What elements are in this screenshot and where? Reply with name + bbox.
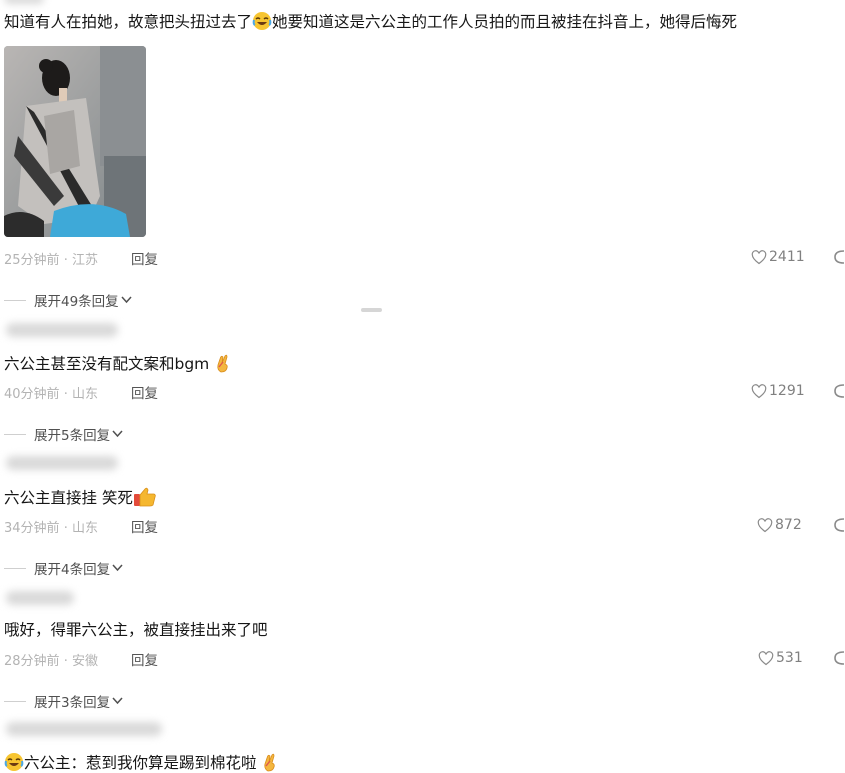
comment-text-part: 哦好，得罪六公主，被直接挂出来了吧 xyxy=(4,621,268,639)
heart-outline-icon xyxy=(751,383,767,398)
comment-location: 安徽 xyxy=(71,654,98,669)
heart-outline-icon xyxy=(751,249,767,264)
expand-replies-label: 展开4条回复 xyxy=(34,562,111,578)
meta-separator: · xyxy=(63,521,68,536)
expand-replies-label: 展开49条回复 xyxy=(34,294,119,310)
comment-meta: 25分钟前 · 江苏 xyxy=(4,249,98,268)
reply-button[interactable]: 回复 xyxy=(131,516,158,536)
comment-meta: 40分钟前 · 山东 xyxy=(4,383,98,402)
meta-separator: · xyxy=(63,253,68,268)
like-button[interactable]: 2411 xyxy=(751,249,805,265)
divider-line xyxy=(4,567,26,569)
expand-replies-button[interactable]: 展开5条回复 xyxy=(4,424,123,444)
comment-time: 40分钟前 xyxy=(4,387,60,402)
username-blurred[interactable] xyxy=(6,323,118,337)
thumbs-up-emoji-icon xyxy=(133,487,156,507)
comment-time: 28分钟前 xyxy=(4,654,60,669)
laugh-cry-emoji-icon xyxy=(4,753,24,771)
photo-image xyxy=(4,46,146,237)
dislike-icon[interactable] xyxy=(833,383,845,399)
reply-button[interactable]: 回复 xyxy=(131,649,158,669)
comment-text: 六公主：惹到我你算是踢到棉花啦 xyxy=(4,752,279,773)
comment-meta: 34分钟前 · 山东 xyxy=(4,517,98,536)
like-button[interactable]: 531 xyxy=(758,650,803,666)
comment-text: 六公主直接挂 笑死 xyxy=(4,487,157,508)
chevron-down-icon xyxy=(112,564,123,572)
meta-separator: · xyxy=(63,654,68,669)
comment-text: 六公主甚至没有配文案和bgm xyxy=(4,353,232,374)
chevron-down-icon xyxy=(112,697,123,705)
comment-location: 江苏 xyxy=(71,253,98,268)
expand-replies-button[interactable]: 展开49条回复 xyxy=(4,290,132,310)
username-blurred[interactable] xyxy=(6,456,118,470)
expand-replies-label: 展开3条回复 xyxy=(34,695,111,711)
chevron-down-icon xyxy=(112,430,123,438)
divider-line xyxy=(4,433,26,435)
chevron-down-icon xyxy=(121,296,132,304)
comment-text: 知道有人在拍她，故意把头扭过去了 她要知道这是六公主的工作人员拍的而且被挂在抖音… xyxy=(4,11,737,32)
like-button[interactable]: 1291 xyxy=(751,383,805,399)
comment-text-part: 六公主甚至没有配文案和bgm xyxy=(4,355,210,373)
comment-time: 25分钟前 xyxy=(4,253,60,268)
dislike-icon[interactable] xyxy=(833,249,845,265)
comment-text: 哦好，得罪六公主，被直接挂出来了吧 xyxy=(4,620,268,640)
like-count: 872 xyxy=(775,517,802,533)
username-blurred[interactable] xyxy=(4,0,44,4)
divider-line xyxy=(4,700,26,702)
like-count: 1291 xyxy=(769,383,805,399)
reply-button[interactable]: 回复 xyxy=(131,248,158,268)
username-blurred[interactable] xyxy=(6,722,162,736)
dislike-icon[interactable] xyxy=(833,517,845,533)
comment-meta: 28分钟前 · 安徽 xyxy=(4,650,98,669)
expand-replies-button[interactable]: 展开3条回复 xyxy=(4,691,123,711)
dislike-icon[interactable] xyxy=(833,650,845,666)
comment-text-part: 知道有人在拍她，故意把头扭过去了 xyxy=(4,13,253,31)
reply-button[interactable]: 回复 xyxy=(131,382,158,402)
comment-location: 山东 xyxy=(71,387,98,402)
username-blurred[interactable] xyxy=(6,591,74,605)
like-count: 2411 xyxy=(769,249,805,265)
comment-text-part: 六公主：惹到我你算是踢到棉花啦 xyxy=(24,754,257,772)
scroll-indicator xyxy=(361,308,382,312)
expand-replies-label: 展开5条回复 xyxy=(34,428,111,444)
laugh-cry-emoji-icon xyxy=(252,12,272,30)
crossed-fingers-emoji-icon xyxy=(217,354,228,373)
comment-text-part: 她要知道这是六公主的工作人员拍的而且被挂在抖音上，她得后悔死 xyxy=(272,13,738,31)
meta-separator: · xyxy=(63,387,68,402)
like-count: 531 xyxy=(776,650,803,666)
comment-location: 山东 xyxy=(71,521,98,536)
like-button[interactable]: 872 xyxy=(757,517,802,533)
comment-photo[interactable] xyxy=(4,46,146,237)
heart-outline-icon xyxy=(758,650,774,665)
comment-time: 34分钟前 xyxy=(4,521,60,536)
expand-replies-button[interactable]: 展开4条回复 xyxy=(4,558,123,578)
comment-text-part: 六公主直接挂 笑死 xyxy=(4,489,133,507)
divider-line xyxy=(4,299,26,301)
heart-outline-icon xyxy=(757,517,773,532)
crossed-fingers-emoji-icon xyxy=(264,753,276,772)
